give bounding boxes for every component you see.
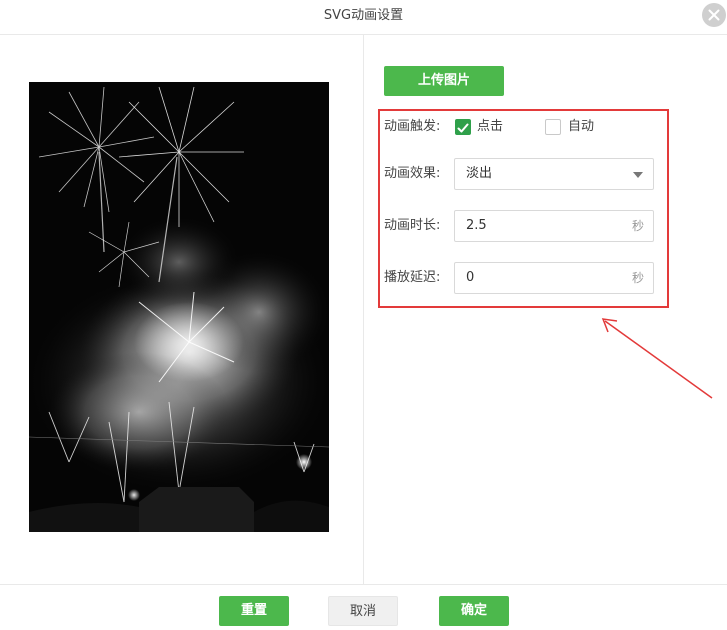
duration-row: 动画时长: 2.5 秒 xyxy=(384,210,664,242)
fireworks-image xyxy=(29,82,329,532)
dialog-footer: 重置 取消 确定 xyxy=(0,584,727,630)
dialog-title: SVG动画设置 xyxy=(323,8,404,23)
reset-button[interactable]: 重置 xyxy=(219,596,289,626)
duration-input[interactable]: 2.5 秒 xyxy=(454,210,654,242)
option-click-label[interactable]: 点击 xyxy=(477,111,503,143)
delay-label: 播放延迟: xyxy=(384,270,441,285)
dialog-titlebar: SVG动画设置 xyxy=(0,0,727,35)
duration-label: 动画时长: xyxy=(384,218,441,233)
effect-row: 动画效果: 淡出 xyxy=(384,158,664,190)
trigger-row: 动画触发: 点击 自动 xyxy=(384,111,664,143)
chevron-down-icon xyxy=(633,172,643,178)
duration-input-value: 2.5 xyxy=(466,218,487,233)
trigger-label: 动画触发: xyxy=(384,119,441,134)
panel-divider xyxy=(363,35,364,584)
checkbox-click[interactable] xyxy=(455,119,471,135)
close-button[interactable] xyxy=(702,3,726,27)
annotation-arrow-icon xyxy=(601,318,713,399)
delay-input-value: 0 xyxy=(466,270,475,285)
duration-unit: 秒 xyxy=(631,219,644,233)
check-icon xyxy=(457,123,469,133)
svg-animation-dialog: SVG动画设置 上传图片 动画触发: 点击 自动 动画效果: 淡出 动画时长: … xyxy=(0,0,727,629)
image-preview xyxy=(29,82,329,532)
delay-input[interactable]: 0 秒 xyxy=(454,262,654,294)
close-icon xyxy=(708,9,720,21)
effect-label: 动画效果: xyxy=(384,166,441,181)
effect-select[interactable]: 淡出 xyxy=(454,158,654,190)
delay-row: 播放延迟: 0 秒 xyxy=(384,262,664,294)
option-auto-label[interactable]: 自动 xyxy=(568,111,594,143)
confirm-button[interactable]: 确定 xyxy=(439,596,509,626)
upload-image-button[interactable]: 上传图片 xyxy=(384,66,504,96)
effect-select-value: 淡出 xyxy=(466,166,493,181)
checkbox-auto[interactable] xyxy=(545,119,561,135)
delay-unit: 秒 xyxy=(631,271,644,285)
cancel-button[interactable]: 取消 xyxy=(328,596,398,626)
